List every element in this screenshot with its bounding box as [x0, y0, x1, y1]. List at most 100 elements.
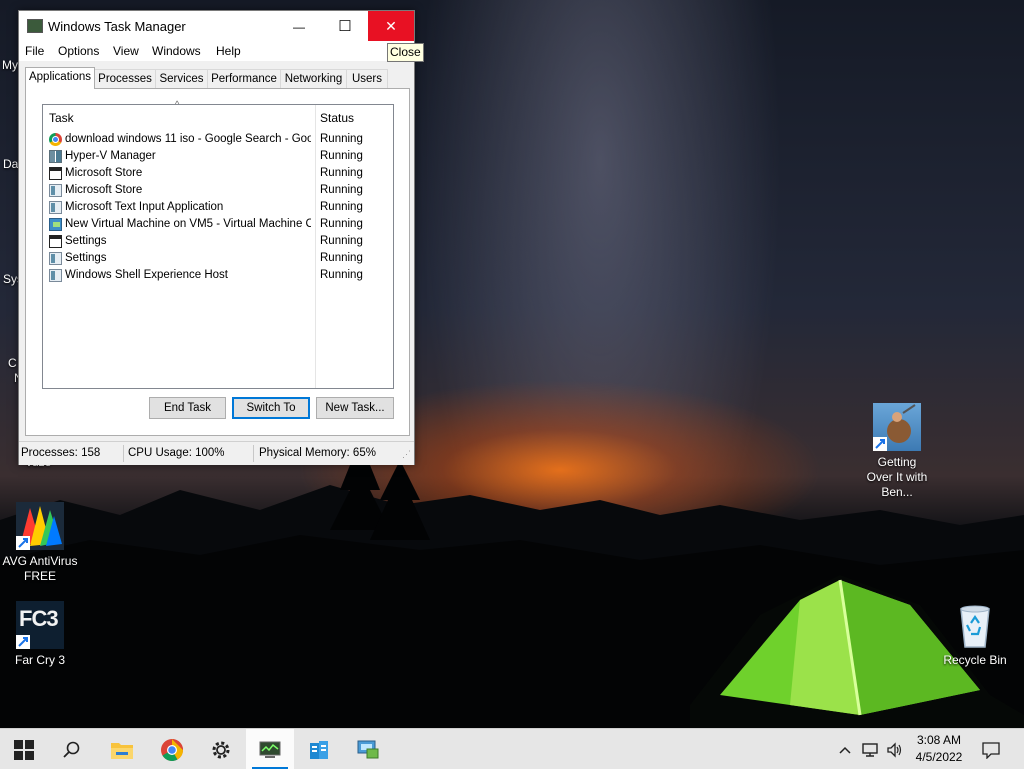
close-tooltip: Close: [387, 43, 424, 62]
task-manager-icon: [259, 741, 281, 758]
window-title: Windows Task Manager: [48, 19, 186, 34]
table-row[interactable]: Settings Running: [43, 233, 393, 250]
tab-networking[interactable]: Networking: [280, 69, 347, 88]
table-row[interactable]: Microsoft Store Running: [43, 165, 393, 182]
clock-date: 4/5/2022: [915, 750, 963, 764]
taskbar-chrome[interactable]: [148, 729, 196, 769]
end-task-button[interactable]: End Task: [149, 397, 226, 419]
vm-connection-icon: [357, 740, 379, 759]
sort-ascending-icon: ^: [175, 99, 180, 109]
search-button[interactable]: [48, 729, 96, 769]
table-row[interactable]: New Virtual Machine on VM5 - Virtual Mac…: [43, 216, 393, 233]
task-manager-window: Windows Task Manager — ☐ ✕ File Options …: [18, 10, 415, 465]
task-status: Running: [320, 269, 363, 281]
chevron-up-icon[interactable]: [838, 729, 852, 769]
table-row[interactable]: download windows 11 iso - Google Search …: [43, 131, 393, 148]
tab-performance[interactable]: Performance: [207, 69, 281, 88]
gear-icon: [212, 741, 230, 759]
table-row[interactable]: Microsoft Store Running: [43, 182, 393, 199]
hyperv-icon: [310, 740, 328, 759]
process-count: Processes: 158: [21, 447, 101, 459]
menu-windows[interactable]: Windows: [152, 44, 201, 58]
physical-memory: Physical Memory: 65%: [259, 447, 376, 459]
desktop-icon-label: Getting Over It with Ben...: [866, 455, 928, 499]
maximize-icon: ☐: [338, 18, 352, 35]
task-status: Running: [320, 252, 363, 264]
new-task-button[interactable]: New Task...: [316, 397, 394, 419]
window-icon: [49, 167, 62, 180]
tab-services[interactable]: Services: [155, 69, 208, 88]
desktop-icon-label: AVG AntiVirus FREE: [2, 554, 78, 583]
clock-time: 3:08 AM: [916, 733, 962, 747]
chrome-icon: [49, 133, 62, 146]
system-clock[interactable]: 3:08 AM 4/5/2022: [908, 732, 970, 766]
taskbar-settings[interactable]: [197, 729, 245, 769]
vm-icon: [49, 218, 62, 231]
desktop-icon-label: Recycle Bin: [943, 653, 1007, 667]
task-name: Windows Shell Experience Host: [65, 269, 228, 281]
maximize-button[interactable]: ☐: [322, 11, 368, 41]
windows-logo-icon: [14, 739, 34, 760]
taskbar-task-manager[interactable]: [246, 729, 294, 769]
taskbar-hyperv-manager[interactable]: [295, 729, 343, 769]
tab-applications[interactable]: Applications: [25, 67, 95, 89]
cpu-usage: CPU Usage: 100%: [128, 447, 225, 459]
desktop-label-fragment: My: [2, 58, 18, 72]
hyperv-icon: [49, 150, 62, 163]
window-icon: [49, 235, 62, 248]
minimize-button[interactable]: —: [276, 11, 322, 41]
far-cry-3-logo-text: FC3: [19, 606, 59, 631]
getting-over-it-icon: [873, 403, 921, 451]
tab-users[interactable]: Users: [346, 69, 388, 88]
desktop-label-fragment: Da: [3, 157, 19, 171]
taskbar-file-explorer[interactable]: [98, 729, 146, 769]
table-row[interactable]: Settings Running: [43, 250, 393, 267]
column-header-status[interactable]: Status: [320, 105, 354, 127]
status-divider: [123, 445, 124, 462]
search-icon: [63, 741, 80, 758]
task-name: Hyper-V Manager: [65, 150, 156, 162]
task-status: Running: [320, 150, 363, 162]
desktop-icon-recycle-bin[interactable]: Recycle Bin: [935, 601, 1015, 668]
chrome-icon: [161, 738, 183, 761]
task-name: Microsoft Store: [65, 167, 143, 179]
menu-options[interactable]: Options: [58, 44, 99, 58]
task-name: download windows 11 iso - Google Search …: [65, 133, 311, 145]
task-name: Settings: [65, 235, 107, 247]
minimize-icon: —: [293, 20, 305, 34]
applications-list[interactable]: ^ Task Status download windows 11 iso - …: [42, 99, 394, 389]
menu-help[interactable]: Help: [216, 44, 241, 58]
app-icon: [49, 184, 62, 197]
task-manager-icon: [27, 19, 43, 33]
title-bar[interactable]: Windows Task Manager — ☐ ✕: [19, 11, 414, 41]
volume-icon[interactable]: [886, 729, 904, 769]
switch-to-button[interactable]: Switch To: [232, 397, 310, 419]
task-status: Running: [320, 218, 363, 230]
taskbar-virtual-machine-connection[interactable]: [344, 729, 392, 769]
desktop-icon-getting-over-it[interactable]: Getting Over It with Ben...: [857, 403, 937, 500]
applications-panel: ^ Task Status download windows 11 iso - …: [25, 88, 410, 436]
task-name: Microsoft Store: [65, 184, 143, 196]
table-row[interactable]: Hyper-V Manager Running: [43, 148, 393, 165]
task-name: Microsoft Text Input Application: [65, 201, 224, 213]
recycle-bin-icon: [951, 601, 999, 649]
app-icon: [49, 269, 62, 282]
start-button[interactable]: [0, 729, 48, 769]
task-status: Running: [320, 167, 363, 179]
tab-processes[interactable]: Processes: [94, 69, 156, 88]
task-status: Running: [320, 235, 363, 247]
desktop-icon-far-cry-3[interactable]: FC3 Far Cry 3: [0, 601, 80, 668]
table-row[interactable]: Microsoft Text Input Application Running: [43, 199, 393, 216]
table-row[interactable]: Windows Shell Experience Host Running: [43, 267, 393, 284]
taskbar: 3:08 AM 4/5/2022: [0, 728, 1024, 769]
task-name: Settings: [65, 252, 107, 264]
column-header-task[interactable]: Task: [49, 105, 74, 127]
action-center-button[interactable]: [982, 729, 1000, 769]
resize-grip-icon[interactable]: ⋰: [402, 448, 411, 460]
network-icon[interactable]: [862, 729, 880, 769]
task-status: Running: [320, 133, 363, 145]
menu-view[interactable]: View: [113, 44, 139, 58]
desktop-icon-avg[interactable]: AVG AntiVirus FREE: [0, 502, 80, 584]
menu-file[interactable]: File: [25, 44, 44, 58]
close-button[interactable]: ✕: [368, 11, 414, 41]
